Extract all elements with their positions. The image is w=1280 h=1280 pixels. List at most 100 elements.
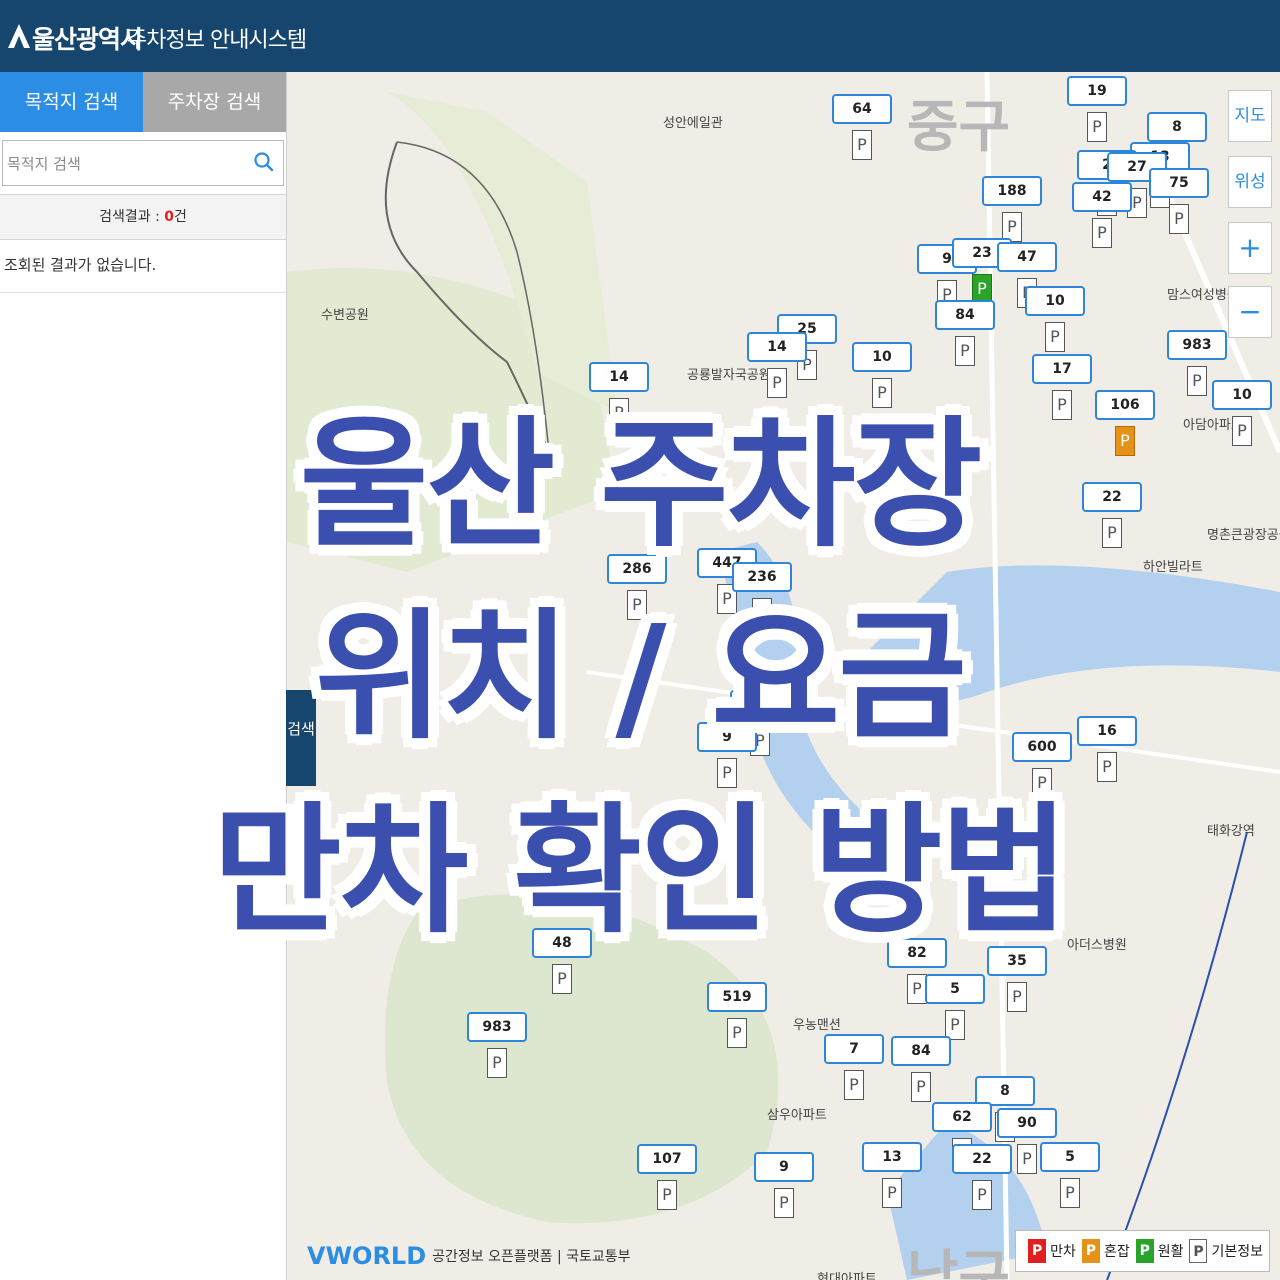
- parking-marker[interactable]: 84 P: [935, 300, 995, 366]
- parking-count-label: 107: [637, 1144, 697, 1174]
- parking-pin-icon: P: [657, 1180, 677, 1210]
- parking-count-label: 84: [891, 1036, 951, 1066]
- parking-count-label: 519: [707, 982, 767, 1012]
- parking-marker[interactable]: 107 P: [637, 1144, 697, 1210]
- parking-count-label: 22: [952, 1144, 1012, 1174]
- parking-count-label: 983: [1167, 330, 1227, 360]
- map-mode-button[interactable]: 지도: [1228, 90, 1272, 142]
- parking-pin-icon: P: [972, 1180, 992, 1210]
- parking-pin-icon: P: [911, 1072, 931, 1102]
- legend-free-icon: P: [1135, 1239, 1154, 1263]
- parking-marker[interactable]: 64 P: [832, 94, 892, 160]
- vworld-logo: VWORLD: [307, 1242, 427, 1270]
- parking-pin-icon: P: [487, 1048, 507, 1078]
- search-box: [2, 140, 284, 187]
- parking-count-label: 9: [754, 1152, 814, 1182]
- parking-pin-icon: P: [1169, 204, 1189, 234]
- parking-marker[interactable]: 19 P: [1067, 76, 1127, 142]
- parking-pin-icon: P: [552, 964, 572, 994]
- place-label: 우농맨션: [793, 1018, 841, 1033]
- parking-pin-icon: P: [882, 1178, 902, 1208]
- place-label: 현대아파트: [817, 1272, 877, 1280]
- parking-marker[interactable]: 13 P: [862, 1142, 922, 1208]
- parking-marker[interactable]: 84 P: [891, 1036, 951, 1102]
- parking-count-label: 64: [832, 94, 892, 124]
- divider: [0, 292, 286, 293]
- legend-free-label: 원활: [1157, 1244, 1184, 1260]
- parking-count-label: 8: [1147, 112, 1207, 142]
- zoom-out-button[interactable]: −: [1228, 286, 1272, 338]
- parking-count-label: 14: [747, 332, 807, 362]
- legend-busy-label: 혼잡: [1103, 1244, 1130, 1260]
- parking-pin-icon: P: [955, 336, 975, 366]
- overlay-title-line1: 울산 주차장: [299, 404, 983, 567]
- parking-pin-icon: P: [1092, 218, 1112, 248]
- parking-pin-icon: P: [907, 974, 927, 1004]
- parking-count-label: 7: [824, 1034, 884, 1064]
- parking-marker[interactable]: 42 P: [1072, 182, 1132, 248]
- parking-marker[interactable]: 10 P: [1025, 286, 1085, 352]
- parking-marker[interactable]: 519 P: [707, 982, 767, 1048]
- parking-marker[interactable]: 22 P: [952, 1144, 1012, 1210]
- parking-marker[interactable]: 7P: [824, 1034, 884, 1100]
- parking-count-label: 5: [925, 974, 985, 1004]
- district-label-namgu: 남구: [907, 1245, 1011, 1280]
- parking-marker[interactable]: 75 P: [1149, 168, 1209, 234]
- parking-pin-icon: P: [852, 130, 872, 160]
- legend-full-label: 만차: [1050, 1244, 1076, 1260]
- parking-count-label: 84: [935, 300, 995, 330]
- system-title: 주차정보 안내시스템: [127, 28, 307, 53]
- result-count: 0: [164, 209, 174, 225]
- parking-pin-icon: P: [1007, 982, 1027, 1012]
- overlay-title-line3: 만차 확인 방법: [212, 790, 1069, 953]
- parking-marker[interactable]: 188 P: [982, 176, 1042, 242]
- legend-full-icon: P: [1028, 1239, 1047, 1263]
- parking-pin-icon: P: [1060, 1178, 1080, 1208]
- result-prefix: 검색결과 :: [99, 209, 165, 225]
- parking-count-label: 19: [1067, 76, 1127, 106]
- place-label: 수변공원: [321, 308, 369, 323]
- search-result-summary: 검색결과 : 0건: [0, 194, 286, 240]
- parking-count-label: 62: [932, 1102, 992, 1132]
- legend-busy-icon: P: [1081, 1239, 1100, 1263]
- parking-pin-icon: P: [1045, 322, 1065, 352]
- overlay-title-line2: 위치 / 요금: [315, 596, 967, 759]
- map-attribution: VWORLD 공간정보 오픈플랫폼 | 국토교통부: [307, 1242, 631, 1270]
- attribution-text: 공간정보 오픈플랫폼 | 국토교통부: [432, 1249, 631, 1265]
- parking-count-label: 10: [1025, 286, 1085, 316]
- tab-parking-search[interactable]: 주차장 검색: [143, 72, 286, 132]
- parking-count-label: 10: [852, 342, 912, 372]
- parking-count-label: 42: [1072, 182, 1132, 212]
- city-name: 울산광역시: [32, 25, 143, 54]
- map-legend: P 만차 P 혼잡 P 원활 P 기본정보: [1015, 1230, 1270, 1272]
- parking-count-label: 47: [997, 242, 1057, 272]
- parking-marker[interactable]: 5P: [925, 974, 985, 1040]
- zoom-in-button[interactable]: +: [1228, 222, 1272, 274]
- legend-basic-label: 기본정보: [1211, 1244, 1263, 1260]
- result-suffix: 건: [174, 209, 187, 225]
- place-label: 삼우아파트: [767, 1108, 827, 1123]
- parking-count-label: 188: [982, 176, 1042, 206]
- parking-marker[interactable]: 5P: [1040, 1142, 1100, 1208]
- parking-marker[interactable]: 983 P: [467, 1012, 527, 1078]
- ulsan-logo-icon: [8, 24, 30, 48]
- empty-result-message: 조회된 결과가 없습니다.: [4, 256, 157, 274]
- place-label: 성안에일관: [663, 116, 723, 131]
- parking-count-label: 983: [467, 1012, 527, 1042]
- destination-search-input[interactable]: [3, 141, 249, 187]
- parking-pin-icon: P: [727, 1018, 747, 1048]
- parking-count-label: 90: [997, 1108, 1057, 1138]
- search-icon[interactable]: [253, 151, 275, 173]
- district-label-junggu: 중구: [907, 95, 1011, 160]
- legend-basic-icon: P: [1189, 1239, 1208, 1263]
- app-header: 울산광역시 주차정보 안내시스템: [0, 0, 1280, 72]
- satellite-mode-button[interactable]: 위성: [1228, 156, 1272, 208]
- parking-pin-icon: P: [774, 1188, 794, 1218]
- parking-pin-icon: P: [844, 1070, 864, 1100]
- parking-pin-icon: P: [1087, 112, 1107, 142]
- parking-marker[interactable]: 9P: [754, 1152, 814, 1218]
- parking-pin-icon: P: [1017, 1144, 1037, 1174]
- tab-destination-search[interactable]: 목적지 검색: [0, 72, 143, 132]
- parking-count-label: 5: [1040, 1142, 1100, 1172]
- parking-count-label: 75: [1149, 168, 1209, 198]
